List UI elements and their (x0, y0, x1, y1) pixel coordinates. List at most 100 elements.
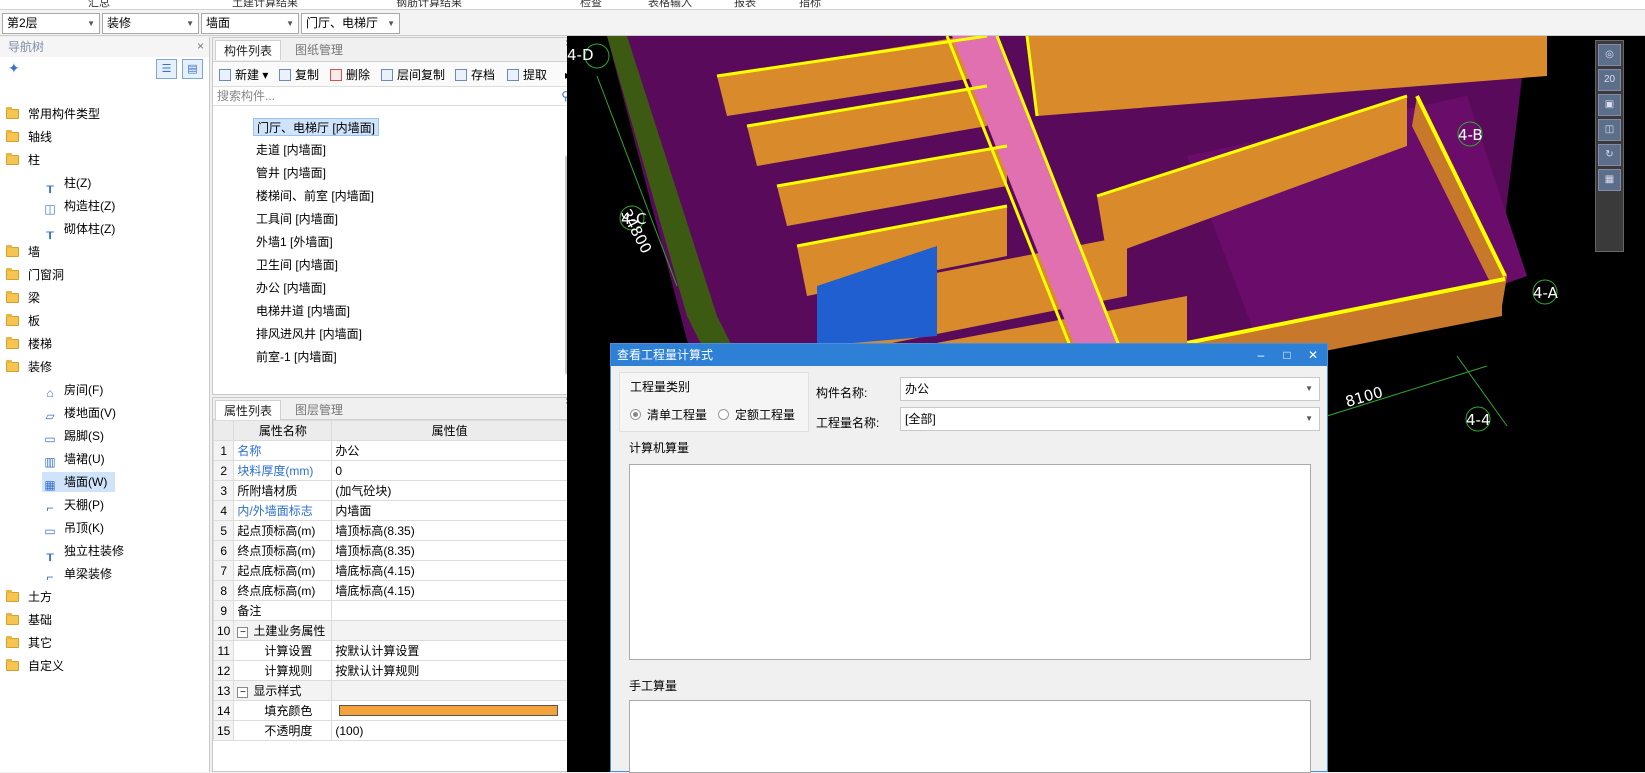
collapse-icon[interactable]: − (237, 687, 249, 698)
component-list-item[interactable]: 外墙1 [外墙面] (253, 233, 336, 251)
floor-copy-button[interactable]: 层间复制 (381, 66, 445, 84)
cube-3d-icon[interactable]: ◫ (1598, 119, 1621, 141)
component-list-item[interactable]: 工具间 [内墙面] (253, 210, 341, 228)
delete-button[interactable]: 删除 (330, 66, 370, 84)
nav-tree-item[interactable]: 其它 (6, 633, 52, 653)
type-select[interactable]: 墙面 ▼ (201, 13, 299, 34)
property-row[interactable]: 12 计算规则 按默认计算规则 (212, 660, 568, 681)
property-row[interactable]: 14 填充颜色 (212, 700, 568, 721)
property-row[interactable]: 13− 显示样式 (212, 680, 568, 701)
nav-tree-item[interactable]: 柱 (6, 150, 40, 170)
menu-item[interactable]: 表格输入 (648, 0, 692, 9)
collapse-icon[interactable]: − (237, 627, 249, 638)
menu-item[interactable]: 指标 (799, 0, 821, 9)
property-value[interactable]: (100) (331, 720, 568, 741)
tab-drawing-manager[interactable]: 图纸管理 (287, 40, 351, 60)
nav-tree-item[interactable]: ⌐ 单梁装修 (42, 564, 120, 584)
tab-component-list[interactable]: 构件列表 (215, 40, 282, 60)
manual-quantity-area[interactable] (629, 700, 1311, 773)
computer-quantity-area[interactable] (629, 464, 1311, 660)
property-row[interactable]: 8 终点底标高(m) 墙底标高(4.15) (212, 580, 568, 601)
nav-tree-item[interactable]: 基础 (6, 610, 52, 630)
property-row[interactable]: 9 备注 (212, 600, 568, 621)
grid-icon[interactable]: ▦ (1598, 169, 1621, 191)
property-value[interactable]: 墙顶标高(8.35) (331, 540, 568, 561)
close-icon[interactable]: × (197, 36, 204, 56)
property-value[interactable] (331, 600, 568, 621)
property-value[interactable]: 墙底标高(4.15) (331, 580, 568, 601)
nav-tree-item[interactable]: 板 (6, 311, 40, 331)
add-icon[interactable]: ✦ (8, 60, 20, 77)
search-input[interactable]: 搜索构件... ⚲ (213, 86, 576, 106)
category-select[interactable]: 装修 ▼ (102, 13, 199, 34)
component-name-select[interactable]: 办公 ▼ (900, 377, 1320, 401)
component-list-item[interactable]: 门厅、电梯厅 [内墙面] (253, 118, 380, 136)
component-list-item[interactable]: 管井 [内墙面] (253, 164, 329, 182)
nav-tree-item[interactable]: ▦ 墙面(W) (42, 472, 116, 492)
nav-tree-item[interactable]: ▱ 楼地面(V) (42, 403, 124, 423)
extract-button[interactable]: 提取 (507, 66, 547, 84)
property-value[interactable]: 墙顶标高(8.35) (331, 520, 568, 541)
property-value[interactable]: 内墙面 (331, 500, 568, 521)
property-value[interactable]: 墙底标高(4.15) (331, 560, 568, 581)
tab-property-list[interactable]: 属性列表 (215, 400, 282, 420)
component-list-item[interactable]: 走道 [内墙面] (253, 141, 329, 159)
tab-layer-manager[interactable]: 图层管理 (287, 400, 351, 420)
property-row[interactable]: 7 起点底标高(m) 墙底标高(4.15) (212, 560, 568, 581)
nav-tree-item[interactable]: 常用构件类型 (6, 104, 100, 124)
nav-tree-item[interactable]: ┰ 砌体柱(Z) (42, 219, 123, 239)
property-row[interactable]: 3 所附墙材质 (加气砼块) (212, 480, 568, 501)
quantity-name-select[interactable]: [全部] ▼ (900, 407, 1320, 431)
nav-tree-item[interactable]: 轴线 (6, 127, 52, 147)
property-value[interactable] (331, 620, 568, 641)
property-value[interactable]: 0 (331, 460, 568, 481)
property-row[interactable]: 10− 土建业务属性 (212, 620, 568, 641)
menu-item[interactable]: 检查 (580, 0, 602, 9)
property-row[interactable]: 1 名称 办公 (212, 440, 568, 461)
component-list-item[interactable]: 卫生间 [内墙面] (253, 256, 341, 274)
archive-button[interactable]: 存档 (455, 66, 495, 84)
property-value[interactable]: 按默认计算规则 (331, 660, 568, 681)
nav-tree-item[interactable]: ┰ 柱(Z) (42, 173, 99, 193)
property-row[interactable]: 5 起点顶标高(m) 墙顶标高(8.35) (212, 520, 568, 541)
cube-view-icon[interactable]: ▣ (1598, 94, 1621, 116)
nav-tree-item[interactable]: 梁 (6, 288, 40, 308)
property-row[interactable]: 2 块料厚度(mm) 0 (212, 460, 568, 481)
property-row[interactable]: 6 终点顶标高(m) 墙顶标高(8.35) (212, 540, 568, 561)
radio-quota-quantity[interactable]: 定额工程量 (718, 406, 795, 423)
component-list-item[interactable]: 排风进风井 [内墙面] (253, 325, 365, 343)
list-view-icon[interactable]: ☰ (156, 59, 177, 79)
nav-tree-item[interactable]: 装修 (6, 357, 52, 377)
property-value[interactable] (331, 680, 568, 701)
fill-color-swatch[interactable] (339, 705, 558, 716)
property-row[interactable]: 15 不透明度 (100) (212, 720, 568, 741)
component-list-item[interactable]: 办公 [内墙面] (253, 279, 329, 297)
nav-tree-item[interactable]: 楼梯 (6, 334, 52, 354)
nav-tree-item[interactable]: 墙 (6, 242, 40, 262)
nav-tree-item[interactable]: 自定义 (6, 656, 64, 676)
copy-button[interactable]: 复制 (279, 66, 319, 84)
menu-item[interactable]: 钢筋计算结果 (396, 0, 462, 9)
property-value[interactable] (331, 700, 568, 721)
nav-tree-item[interactable]: 土方 (6, 587, 52, 607)
nav-tree-item[interactable]: ⌐ 天棚(P) (42, 495, 112, 515)
component-list-item[interactable]: 电梯井道 [内墙面] (253, 302, 353, 320)
nav-tree-item[interactable]: 门窗洞 (6, 265, 64, 285)
minimize-icon[interactable]: – (1251, 344, 1271, 366)
property-value[interactable]: 办公 (331, 440, 568, 461)
floor-select[interactable]: 第2层 ▼ (2, 13, 100, 34)
component-list-item[interactable]: 前室-1 [内墙面] (253, 348, 340, 366)
menu-item[interactable]: 报表 (734, 0, 756, 9)
radio-bill-quantity[interactable]: 清单工程量 (630, 406, 707, 423)
property-row[interactable]: 4 内/外墙面标志 内墙面 (212, 500, 568, 521)
new-button[interactable]: 新建 ▾ (219, 66, 268, 84)
property-value[interactable]: 按默认计算设置 (331, 640, 568, 661)
nav-tree-item[interactable]: ◫ 构造柱(Z) (42, 196, 123, 216)
detail-view-icon[interactable]: ▤ (182, 59, 203, 79)
nav-tree-item[interactable]: ┰ 独立柱装修 (42, 541, 132, 561)
rotate-icon[interactable]: ↻ (1598, 144, 1621, 166)
nav-tree-item[interactable]: ▭ 吊顶(K) (42, 518, 112, 538)
nav-tree-item[interactable]: ⌂ 房间(F) (42, 380, 111, 400)
maximize-icon[interactable]: □ (1277, 344, 1297, 366)
zoom-icon[interactable]: 20 (1598, 69, 1621, 91)
